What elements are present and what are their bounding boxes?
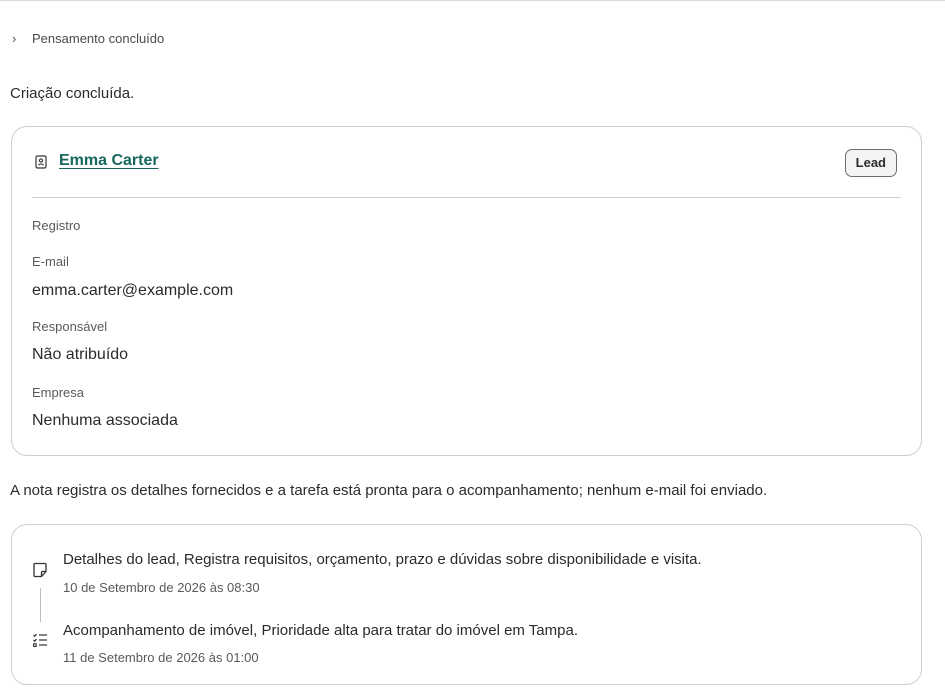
owner-value: Não atribuído [32,346,129,363]
top-divider [0,0,945,1]
status-message: Criação concluída. [10,85,135,102]
timeline-item-date: 10 de Setembro de 2026 às 08:30 [63,580,260,595]
timeline-item-title: Detalhes do lead, Registra requisitos, o… [63,551,702,568]
company-label: Empresa [32,385,85,400]
card-header: Emma Carter Lead [12,127,921,198]
card-divider [32,197,901,198]
lead-status-badge: Lead [844,149,897,177]
contact-name-link[interactable]: Emma Carter [59,152,159,170]
contact-card-icon [35,155,47,169]
thinking-toggle[interactable]: › Pensamento concluído [12,31,164,46]
email-label: E-mail [32,254,69,269]
chevron-right-icon: › [12,31,17,46]
summary-message: A nota registra os detalhes fornecidos e… [10,482,768,499]
email-value: emma.carter@example.com [32,282,234,299]
thinking-label: Pensamento concluído [32,31,165,46]
note-icon [33,562,47,578]
timeline-connector [40,588,41,622]
activity-timeline: Detalhes do lead, Registra requisitos, o… [11,524,922,685]
timeline-item-date: 11 de Setembro de 2026 às 01:00 [63,650,259,665]
owner-label: Responsável [32,319,108,334]
timeline-item-title: Acompanhamento de imóvel, Prioridade alt… [63,622,578,639]
contact-record-card: Emma Carter Lead Registro E-mail emma.ca… [11,126,922,456]
section-title: Registro [32,218,81,233]
company-value: Nenhuma associada [32,412,178,429]
task-list-icon [33,633,47,647]
